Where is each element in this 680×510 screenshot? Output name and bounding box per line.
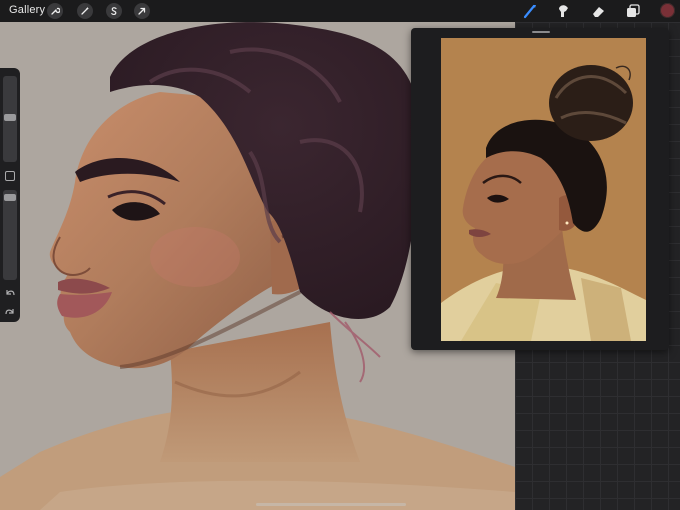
selection-button[interactable] (106, 3, 122, 19)
transform-button[interactable] (134, 3, 150, 19)
reference-drag-handle[interactable] (532, 31, 550, 33)
smudge-icon[interactable] (556, 3, 572, 19)
wrench-icon (51, 7, 60, 15)
arrow-cursor-icon (138, 7, 146, 15)
reference-panel[interactable] (411, 28, 669, 350)
top-toolbar: Gallery (0, 0, 680, 22)
layers-icon[interactable] (625, 3, 641, 19)
brush-icon[interactable] (522, 3, 538, 19)
redo-arrow-icon[interactable] (4, 306, 16, 318)
selection-s-icon (111, 7, 117, 16)
color-picker-button[interactable] (660, 3, 675, 18)
modify-button[interactable] (5, 171, 15, 181)
brush-size-thumb[interactable] (4, 114, 16, 121)
home-indicator (256, 503, 406, 506)
adjustments-button[interactable] (77, 3, 93, 19)
magic-wand-icon (81, 7, 89, 15)
gallery-button[interactable]: Gallery (9, 4, 45, 16)
actions-button[interactable] (47, 3, 63, 19)
opacity-thumb[interactable] (4, 194, 16, 201)
opacity-slider[interactable] (3, 190, 17, 280)
undo-arrow-icon[interactable] (4, 287, 16, 299)
eraser-icon[interactable] (590, 3, 606, 19)
reference-photo (441, 38, 646, 341)
left-sidebar (0, 68, 20, 322)
brush-size-slider[interactable] (3, 76, 17, 162)
